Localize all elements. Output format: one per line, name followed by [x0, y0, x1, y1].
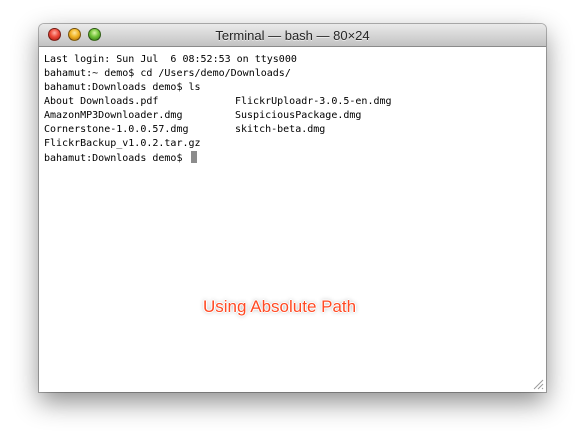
window-title: Terminal — bash — 80×24	[215, 28, 370, 43]
text-cursor	[190, 151, 197, 163]
title-bar[interactable]: Terminal — bash — 80×24	[39, 24, 546, 47]
shell-prompt: bahamut:Downloads demo$	[44, 153, 189, 164]
listing-file: SuspiciousPackage.dmg	[235, 110, 362, 121]
terminal-output: Last login: Sun Jul 6 08:52:53 on ttys00…	[44, 53, 392, 165]
listing-row: AmazonMP3Downloader.dmg SuspiciousPackage…	[44, 109, 392, 123]
listing-file: AmazonMP3Downloader.dmg	[44, 110, 183, 121]
listing-row: Cornerstone-1.0.0.57.dmg skitch-beta.dmg	[44, 123, 392, 137]
listing-file: skitch-beta.dmg	[235, 124, 326, 135]
terminal-window: Terminal — bash — 80×24 Last login: Sun …	[39, 24, 546, 392]
terminal-line: Last login: Sun Jul 6 08:52:53 on ttys00…	[44, 54, 297, 65]
listing-file: FlickrUploadr-3.0.5-en.dmg	[235, 96, 392, 107]
listing-file: About Downloads.pdf	[44, 96, 159, 107]
resize-grip-icon[interactable]	[533, 379, 544, 390]
prompt-line[interactable]: bahamut:Downloads demo$	[44, 151, 392, 165]
annotation-caption: Using Absolute Path	[203, 297, 357, 316]
terminal-line: bahamut:Downloads demo$ ls	[44, 82, 201, 93]
terminal-line: bahamut:~ demo$ cd /Users/demo/Downloads…	[44, 68, 291, 79]
listing-file: FlickrBackup_v1.0.2.tar.gz	[44, 138, 201, 149]
listing-row: FlickrBackup_v1.0.2.tar.gz	[44, 137, 392, 151]
listing-file: Cornerstone-1.0.0.57.dmg	[44, 124, 189, 135]
listing-row: About Downloads.pdf FlickrUploadr-3.0.5-e…	[44, 95, 392, 109]
terminal-content[interactable]: Last login: Sun Jul 6 08:52:53 on ttys00…	[39, 47, 546, 392]
